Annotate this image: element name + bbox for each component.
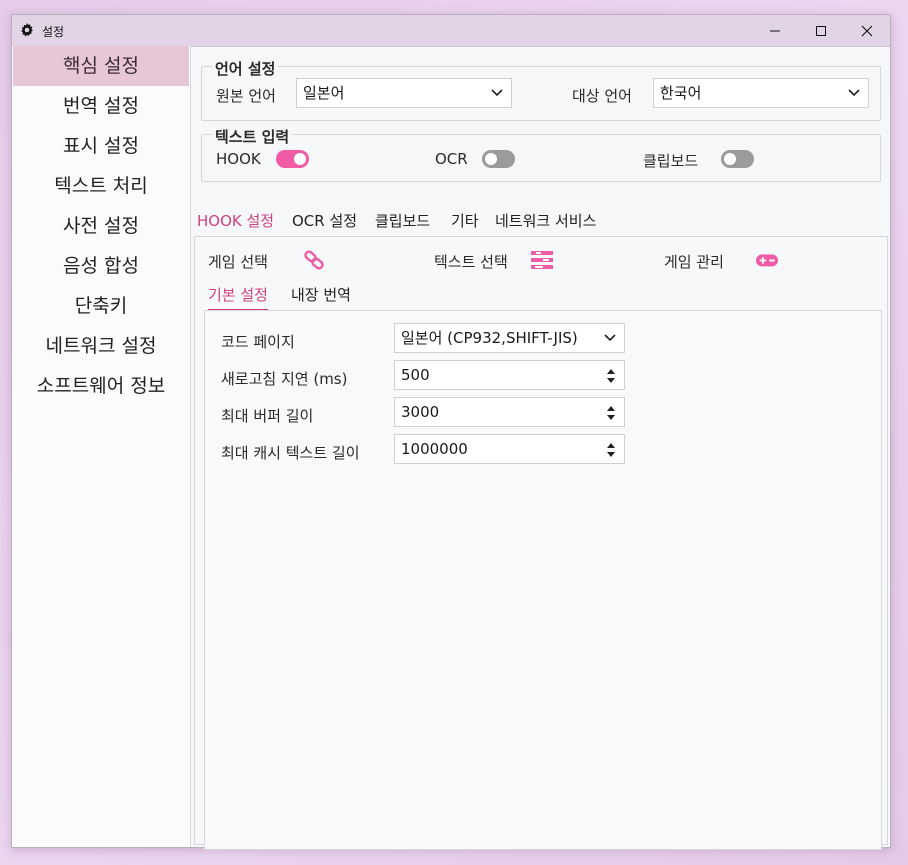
minimize-icon [770, 30, 780, 31]
language-group: 언어 설정 원본 언어 일본어 대상 언어 한국어 [201, 58, 881, 121]
source-language-label: 원본 언어 [216, 87, 276, 105]
language-group-title: 언어 설정 [212, 58, 279, 79]
game-manage-label: 게임 관리 [664, 253, 724, 271]
chevron-down-icon [848, 89, 860, 97]
chevron-down-icon [491, 89, 503, 97]
clipboard-toggle[interactable] [721, 150, 754, 168]
max-cache-text-length-spinbox[interactable]: 1000000 [394, 434, 625, 464]
ocr-toggle[interactable] [482, 150, 515, 168]
sidebar-item-tts[interactable]: 음성 합성 [13, 246, 189, 286]
refresh-delay-label: 새로고침 지연 (ms) [221, 370, 348, 388]
link-icon[interactable] [303, 250, 325, 270]
ocr-label: OCR [435, 150, 468, 168]
tab-ocr-settings[interactable]: OCR 설정 [292, 211, 357, 237]
gear-icon [21, 23, 33, 37]
basic-settings-area: 코드 페이지 일본어 (CP932,SHIFT-JIS) 새로고침 지연 (ms… [204, 310, 882, 850]
chevron-down-icon [604, 334, 616, 342]
source-language-select[interactable]: 일본어 [296, 78, 512, 108]
code-page-value: 일본어 (CP932,SHIFT-JIS) [401, 329, 578, 347]
hook-label: HOOK [216, 150, 261, 168]
settings-tabs: HOOK 설정 OCR 설정 클립보드 기타 네트워크 서비스 [195, 211, 885, 239]
sidebar-item-core[interactable]: 핵심 설정 [13, 46, 189, 86]
subtab-basic-settings[interactable]: 기본 설정 [208, 285, 268, 311]
gamepad-icon[interactable] [756, 250, 778, 270]
window-title: 설정 [42, 25, 65, 39]
max-buffer-length-label: 최대 버퍼 길이 [221, 407, 314, 425]
sidebar-item-text-processing[interactable]: 텍스트 처리 [13, 166, 189, 206]
close-button[interactable] [844, 15, 890, 46]
maximize-icon [816, 25, 826, 36]
code-page-select[interactable]: 일본어 (CP932,SHIFT-JIS) [394, 323, 625, 353]
max-cache-text-length-label: 최대 캐시 텍스트 길이 [221, 444, 360, 462]
text-input-group: 텍스트 입력 HOOK OCR 클립보드 [201, 126, 881, 182]
tab-hook-settings[interactable]: HOOK 설정 [197, 211, 275, 239]
main-content: 언어 설정 원본 언어 일본어 대상 언어 한국어 텍스트 입력 HOOK OC… [191, 46, 890, 850]
spin-arrows-icon[interactable] [606, 441, 616, 459]
hook-settings-panel: 게임 선택 텍스트 선택 게임 관리 기본 설정 내장 번역 코드 페이지 일본… [194, 236, 888, 850]
sidebar-item-dictionary[interactable]: 사전 설정 [13, 206, 189, 246]
source-language-value: 일본어 [303, 84, 345, 102]
tab-clipboard[interactable]: 클립보드 [375, 211, 430, 237]
clipboard-label: 클립보드 [643, 152, 699, 170]
game-select-label: 게임 선택 [208, 253, 268, 271]
sidebar: 핵심 설정 번역 설정 표시 설정 텍스트 처리 사전 설정 음성 합성 단축키… [12, 46, 191, 847]
title-bar[interactable]: 설정 [12, 15, 890, 47]
max-buffer-length-spinbox[interactable]: 3000 [394, 397, 625, 427]
maximize-button[interactable] [798, 15, 844, 46]
minimize-button[interactable] [752, 15, 798, 46]
text-input-group-title: 텍스트 입력 [212, 126, 293, 147]
subtab-embedded-translation[interactable]: 내장 번역 [291, 285, 351, 309]
hook-toggle[interactable] [276, 150, 309, 168]
refresh-delay-spinbox[interactable]: 500 [394, 360, 625, 390]
sidebar-item-about[interactable]: 소프트웨어 정보 [13, 366, 189, 406]
target-language-label: 대상 언어 [572, 87, 632, 105]
target-language-select[interactable]: 한국어 [653, 78, 869, 108]
max-cache-text-length-value: 1000000 [401, 440, 468, 458]
sidebar-item-hotkeys[interactable]: 단축키 [13, 286, 189, 326]
tab-network-service[interactable]: 네트워크 서비스 [495, 211, 596, 237]
spin-arrows-icon[interactable] [606, 404, 616, 422]
settings-window: 설정 핵심 설정 번역 설정 표시 설정 텍스트 처리 사전 설정 음성 합성 … [11, 14, 891, 850]
max-buffer-length-value: 3000 [401, 403, 440, 421]
sidebar-item-network[interactable]: 네트워크 설정 [13, 326, 189, 366]
close-icon [861, 25, 873, 36]
tab-other[interactable]: 기타 [451, 211, 479, 237]
sidebar-item-display[interactable]: 표시 설정 [13, 126, 189, 166]
text-select-label: 텍스트 선택 [434, 253, 508, 271]
target-language-value: 한국어 [660, 84, 702, 102]
code-page-label: 코드 페이지 [221, 333, 295, 351]
refresh-delay-value: 500 [401, 366, 430, 384]
spin-arrows-icon[interactable] [606, 367, 616, 385]
sidebar-item-translation[interactable]: 번역 설정 [13, 86, 189, 126]
text-select-icon[interactable] [531, 250, 553, 270]
